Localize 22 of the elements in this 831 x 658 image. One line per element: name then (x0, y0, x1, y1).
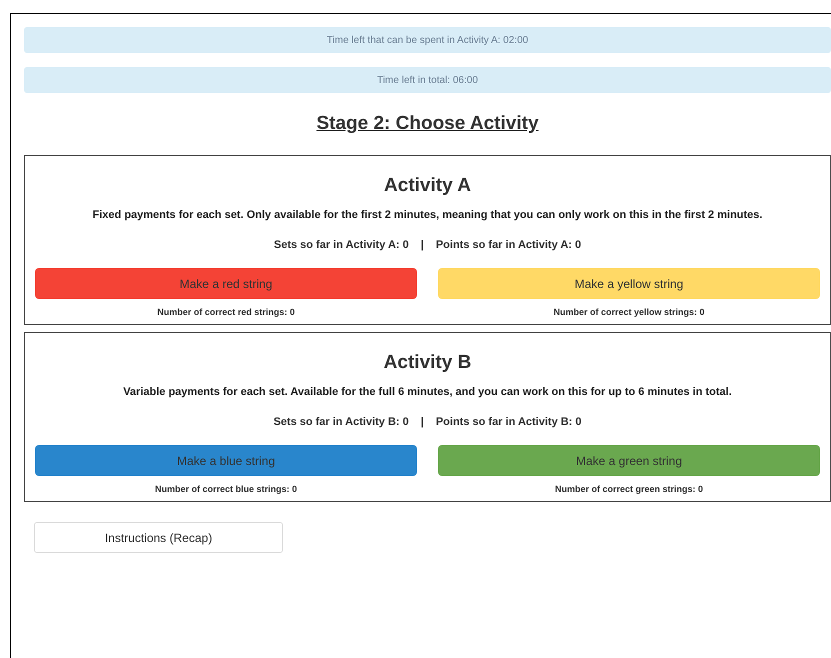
activity-description: Fixed payments for each set. Only available for the first 2 minutes, meaning that you can only work on this in the first 2 minutes. (92, 208, 762, 223)
separator: | (420, 238, 424, 252)
page-heading: Stage 2: Choose Activity (316, 112, 539, 136)
make-string-button[interactable]: Make a green string (438, 445, 820, 476)
make-string-button[interactable]: Make a red string (35, 268, 417, 299)
correct-strings-count: Number of correct red strings: 0 (157, 306, 295, 319)
make-string-button[interactable]: Make a yellow string (438, 268, 820, 299)
correct-strings-count: Number of correct blue strings: 0 (154, 483, 298, 496)
instructions-button[interactable]: Instructions (Recap) (34, 522, 283, 553)
correct-strings-count: Number of correct yellow strings: 0 (553, 306, 705, 319)
sets-count: Sets so far in Activity A: 0 (274, 238, 409, 252)
activity-title: Activity B (384, 351, 472, 375)
timer-banner: Time left that can be spent in Activity A: 02:00 (24, 27, 831, 53)
sets-count: Sets so far in Activity B: 0 (273, 414, 409, 430)
activity-description: Variable payments for each set. Available for the full 6 minutes, and you can work on this for up to 6 minutes in total. (123, 385, 732, 400)
make-string-button[interactable]: Make a blue string (35, 445, 417, 476)
points-count: Points so far in Activity B: 0 (436, 414, 582, 430)
separator: | (420, 414, 424, 430)
timer-banner: Time left in total: 06:00 (24, 67, 831, 93)
correct-strings-count: Number of correct green strings: 0 (554, 483, 704, 496)
activity-title: Activity A (384, 174, 471, 198)
points-count: Points so far in Activity A: 0 (436, 238, 582, 252)
